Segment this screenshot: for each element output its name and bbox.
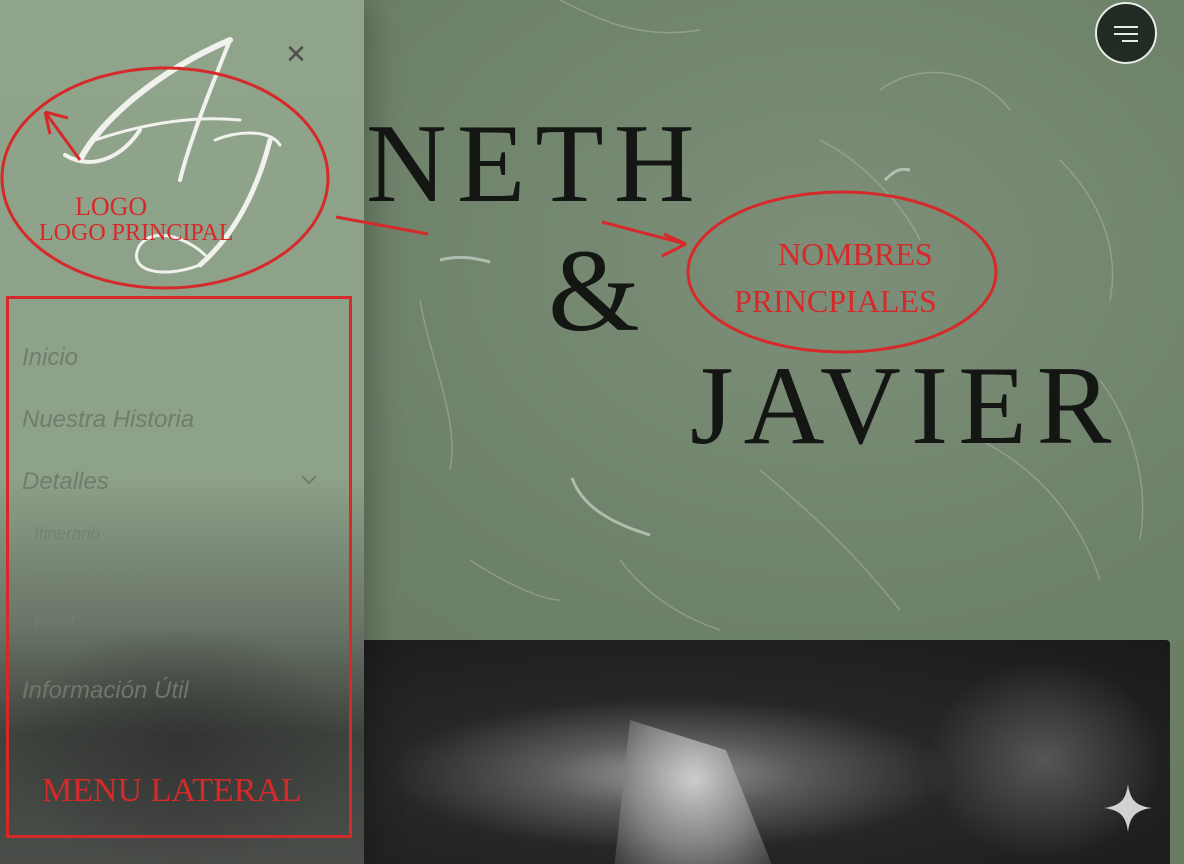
menu-line-3 [1122, 40, 1138, 42]
hamburger-menu-icon[interactable] [1095, 2, 1157, 64]
photo-highlight [614, 720, 774, 864]
hero-first-name: NETH [366, 102, 705, 226]
couple-photo [364, 640, 1170, 864]
annotation-menu-lateral: MENU LATERAL [42, 772, 302, 809]
menu-line-1 [1114, 26, 1138, 28]
wedding-page: NETH & JAVIER ✕ Inicio Nuestra Historia … [0, 0, 1184, 864]
annotation-logo-principal: LOGO PRINCIPAL [39, 220, 234, 246]
annotation-principales: PRINCPIALES [734, 283, 937, 319]
hero-second-name: JAVIER [690, 344, 1122, 468]
menu-annotation-box [6, 296, 352, 838]
menu-line-2 [1114, 33, 1138, 35]
annotation-logo: LOGO [75, 192, 148, 221]
hero-ampersand: & [548, 225, 640, 356]
annotation-nombres: NOMBRES [778, 236, 933, 272]
sparkle-icon[interactable] [1102, 782, 1154, 834]
